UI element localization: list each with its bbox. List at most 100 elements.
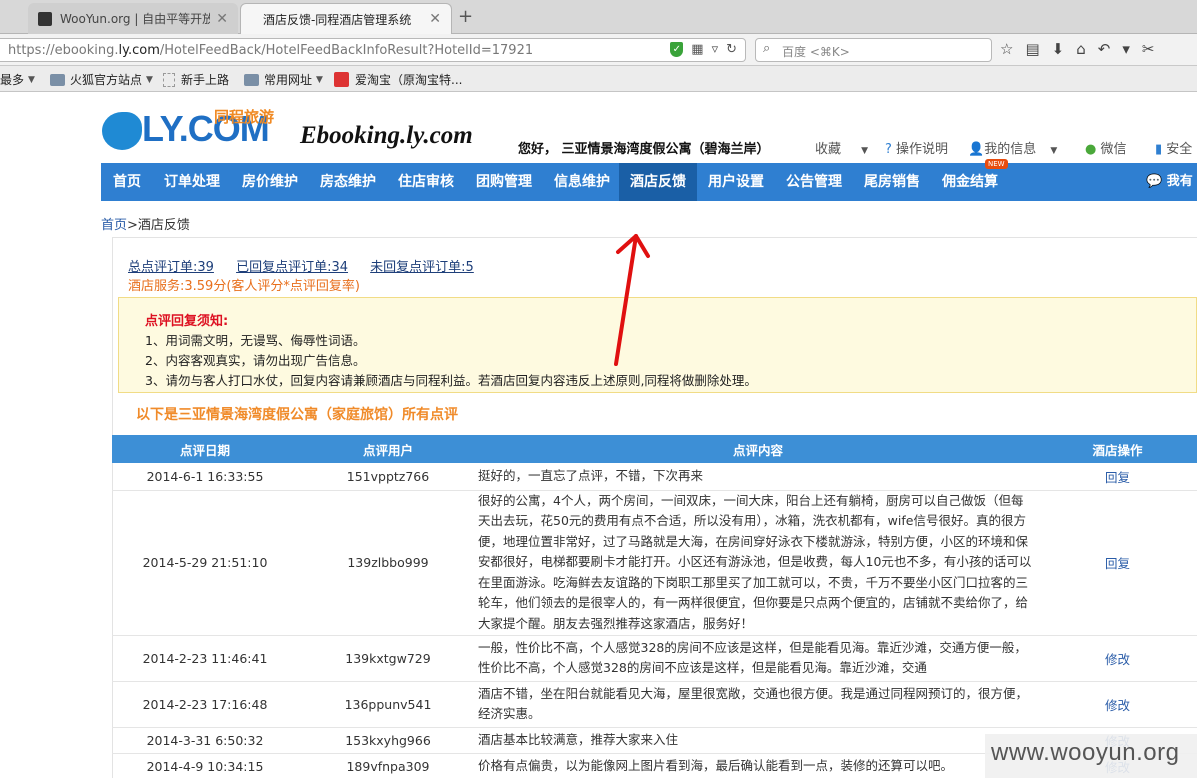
browser-tab-bar: WooYun.org | 自由平等开放... ✕ 酒店反馈-同程酒店管理系统 ✕… [0, 0, 1197, 34]
watermark: www.wooyun.org [985, 734, 1197, 778]
review-user: 139zlbbo999 [298, 490, 478, 636]
new-badge: NEW [985, 159, 1008, 169]
nav-right-link[interactable]: 💬 我有 [1146, 163, 1193, 201]
review-user: 151vpptz766 [298, 463, 478, 491]
ebooking-title: Ebooking.ly.com [300, 122, 473, 149]
dropdown-icon[interactable]: ▿ [712, 42, 719, 57]
review-text: 很好的公寓，4个人，两个房间，一间双床，一间大床，阳台上还有躺椅，厨房可以自己做… [478, 490, 1038, 636]
chevron-down-icon: ▼ [861, 146, 869, 156]
chevron-down-icon: ▼ [316, 74, 323, 85]
header-content: 点评内容 [478, 435, 1038, 463]
header-date: 点评日期 [112, 435, 298, 463]
unreplied-reviews-link[interactable]: 未回复点评订单:5 [370, 260, 474, 275]
ly-logo[interactable]: LY.COM 同程旅游 [102, 106, 282, 152]
review-user: 136ppunv541 [298, 681, 478, 728]
review-date: 2014-6-1 16:33:55 [112, 463, 298, 491]
browser-tab-wooyun[interactable]: WooYun.org | 自由平等开放... ✕ [28, 3, 238, 34]
bookmark-newbie[interactable]: 新手上路 [163, 71, 229, 88]
bookmark-most[interactable]: 最多 ▼ [0, 71, 35, 88]
reading-list-icon[interactable]: ▤ [1025, 40, 1039, 58]
review-text: 挺好的，一直忘了点评，不错，下次再来 [478, 463, 1038, 491]
favorites-menu[interactable]: 收藏 ▼ [815, 138, 868, 157]
chevron-down-icon: ▼ [146, 74, 153, 85]
folder-icon [244, 73, 259, 86]
chat-icon: 💬 [1146, 174, 1163, 189]
bookmark-firefox[interactable]: 火狐官方站点 ▼ [50, 71, 153, 88]
nav-feedback[interactable]: 酒店反馈 [619, 163, 697, 201]
bookmark-aitaobao[interactable]: 爱淘宝（原淘宝特... [334, 71, 462, 88]
review-user: 139kxtgw729 [298, 635, 478, 682]
help-icon: ? [885, 142, 892, 157]
star-icon[interactable]: ☆ [1000, 40, 1013, 58]
new-tab-icon[interactable]: + [458, 6, 473, 27]
reply-link[interactable]: 回复 [1105, 470, 1130, 485]
bookmark-common[interactable]: 常用网址 ▼ [244, 71, 323, 88]
search-icon: ⌕ [763, 41, 771, 56]
notice-title: 点评回复须知: [145, 314, 229, 329]
nav-info[interactable]: 信息维护 [543, 163, 621, 201]
edit-link[interactable]: 修改 [1105, 698, 1130, 713]
review-date: 2014-2-23 11:46:41 [112, 635, 298, 682]
review-text: 酒店不错，坐在阳台就能看见大海，屋里很宽敞，交通也很方便。我是通过同程网预订的，… [478, 681, 1038, 728]
nav-announcements[interactable]: 公告管理 [775, 163, 853, 201]
browser-tab-active[interactable]: 酒店反馈-同程酒店管理系统 ✕ [240, 3, 452, 34]
reply-link[interactable]: 回复 [1105, 556, 1130, 571]
nav-user-settings[interactable]: 用户设置 [697, 163, 775, 201]
wechat-menu[interactable]: ● 微信 [1085, 138, 1127, 157]
nav-home[interactable]: 首页 [101, 163, 153, 201]
shield-icon[interactable]: ✓ [670, 42, 684, 57]
nav-tail-room[interactable]: 尾房销售 [853, 163, 931, 201]
security-menu[interactable]: ▮ 安全 [1155, 138, 1192, 157]
service-score: 酒店服务:3.59分(客人评分*点评回复率) [128, 279, 360, 294]
notice-line: 3、请勿与客人打口水仗，回复内容请兼顾酒店与同程利益。若酒店回复内容违反上述原则… [145, 373, 757, 388]
help-menu[interactable]: ? 操作说明 [885, 138, 948, 157]
table-row: 2014-2-23 11:46:41 139kxtgw729 一般，性价比不高，… [112, 635, 1197, 682]
review-date: 2014-4-9 10:34:15 [112, 753, 298, 778]
logo-mark-icon [102, 112, 142, 150]
chevron-down-icon: ▼ [28, 74, 35, 85]
notice-line: 1、用词需文明，无谩骂、侮辱性词语。 [145, 333, 366, 348]
home-icon[interactable]: ⌂ [1076, 40, 1086, 58]
review-text: 价格有点偏贵，以为能像网上图片看到海，最后确认能看到一点，装修的还算可以吧。 [478, 753, 1038, 778]
breadcrumb-home[interactable]: 首页 [101, 218, 127, 233]
url-bar[interactable]: https://ebooking.ly.com/HotelFeedBack/Ho… [0, 38, 746, 62]
search-bar[interactable]: ⌕ 百度 <⌘K> [755, 38, 992, 62]
my-info-menu[interactable]: 👤我的信息 ▼ [968, 138, 1057, 157]
back-arrow-icon[interactable]: ↶ [1098, 40, 1111, 58]
security-icon: ▮ [1155, 142, 1163, 157]
breadcrumb: 首页>酒店反馈 [101, 218, 190, 233]
nav-orders[interactable]: 订单处理 [153, 163, 231, 201]
review-date: 2014-5-29 21:51:10 [112, 490, 298, 636]
wechat-icon: ● [1085, 142, 1097, 157]
url-text[interactable]: https://ebooking.ly.com/HotelFeedBack/Ho… [8, 43, 533, 58]
browser-navbar: https://ebooking.ly.com/HotelFeedBack/Ho… [0, 34, 1197, 66]
tab-title: WooYun.org | 自由平等开放... [60, 12, 211, 26]
taobao-icon [334, 72, 349, 87]
reload-icon[interactable]: ↻ [726, 42, 737, 57]
main-nav: 首页 订单处理 房价维护 房态维护 住店审核 团购管理 信息维护 酒店反馈 用户… [101, 159, 1197, 201]
red-arrow-annotation [614, 234, 650, 366]
review-user: 153kxyhg966 [298, 727, 478, 754]
reviews-table: 点评日期 点评用户 点评内容 酒店操作 2014-6-1 16:33:55 15… [112, 435, 1197, 778]
nav-price[interactable]: 房价维护 [231, 163, 309, 201]
wooyun-favicon-icon [38, 11, 52, 26]
nav-groupbuy[interactable]: 团购管理 [465, 163, 543, 201]
table-row: 2014-6-1 16:33:55 151vpptz766 挺好的，一直忘了点评… [112, 463, 1197, 491]
close-tab-icon[interactable]: ✕ [216, 11, 228, 27]
nav-room-status[interactable]: 房态维护 [309, 163, 387, 201]
tools-icon[interactable]: ✂ [1142, 40, 1155, 58]
chevron-down-icon: ▼ [1050, 146, 1058, 156]
page-icon [163, 72, 175, 87]
replied-reviews-link[interactable]: 已回复点评订单:34 [236, 260, 348, 275]
qr-code-icon[interactable]: ▦ [691, 42, 703, 57]
close-tab-icon[interactable]: ✕ [429, 11, 441, 27]
review-date: 2014-3-31 6:50:32 [112, 727, 298, 754]
menu-caret-icon[interactable]: ▾ [1122, 40, 1130, 58]
total-reviews-link[interactable]: 总点评订单:39 [128, 260, 214, 275]
search-placeholder: 百度 <⌘K> [782, 45, 850, 59]
header-user: 点评用户 [298, 435, 478, 463]
edit-link[interactable]: 修改 [1105, 652, 1130, 667]
nav-checkin[interactable]: 住店审核 [387, 163, 465, 201]
download-icon[interactable]: ⬇ [1052, 40, 1065, 58]
review-stats: 总点评订单:39 已回复点评订单:34 未回复点评订单:5 [128, 256, 492, 275]
